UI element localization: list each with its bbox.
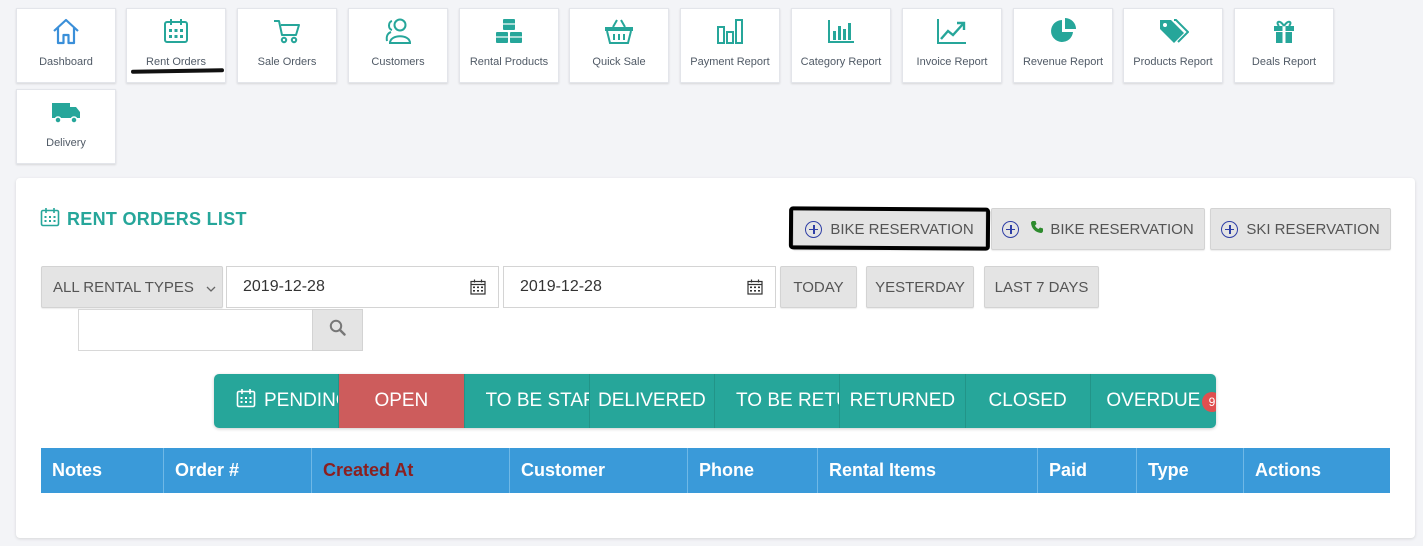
add-circle-icon	[1221, 220, 1239, 238]
column-header-paid[interactable]: Paid	[1038, 448, 1137, 493]
column-header-notes[interactable]: Notes	[41, 448, 164, 493]
date-from-field[interactable]: 2019-12-28	[226, 266, 499, 308]
status-tab-label: DELIVERED	[598, 390, 706, 411]
bike-reservation-button[interactable]: BIKE RESERVATION	[793, 208, 986, 250]
boxes-icon	[493, 15, 525, 47]
nav-tile-customers[interactable]: Customers	[348, 8, 448, 83]
nav-label: Rental Products	[469, 56, 549, 68]
search-button[interactable]	[312, 309, 363, 351]
orders-table-header: Notes Order # Created At Customer Phone …	[41, 448, 1390, 493]
date-to-field[interactable]: 2019-12-28	[503, 266, 776, 308]
search-icon	[329, 319, 346, 341]
users-icon	[382, 15, 414, 47]
add-circle-icon	[1002, 220, 1020, 238]
status-tabs: PENDING OPEN TO BE STARTED DELIVERED TO …	[214, 374, 1216, 428]
trend-icon	[936, 15, 968, 47]
last-7-days-button[interactable]: LAST 7 DAYS	[984, 266, 1099, 308]
nav-tile-category-report[interactable]: Category Report	[791, 8, 891, 83]
today-label: TODAY	[793, 278, 844, 296]
ski-reservation-label: SKI RESERVATION	[1246, 220, 1380, 238]
panel-title-text: RENT ORDERS LIST	[67, 209, 247, 229]
status-tab-label: OVERDUE	[1106, 390, 1201, 411]
pie-chart-icon	[1047, 15, 1079, 47]
column-header-phone[interactable]: Phone	[688, 448, 818, 493]
yesterday-button[interactable]: YESTERDAY	[866, 266, 974, 308]
nav-label: Deals Report	[1251, 56, 1317, 68]
date-from-value: 2019-12-28	[243, 278, 325, 295]
search-input[interactable]	[78, 309, 314, 351]
nav-label: Dashboard	[39, 56, 93, 68]
status-tab-label: OPEN	[374, 390, 429, 411]
bike-reservation-label: BIKE RESERVATION	[1050, 220, 1194, 238]
tags-icon	[1157, 15, 1189, 47]
nav-tile-payment-report[interactable]: Payment Report	[680, 8, 780, 83]
nav-label: Payment Report	[690, 56, 770, 68]
nav-tile-quick-sale[interactable]: Quick Sale	[569, 8, 669, 83]
column-header-actions[interactable]: Actions	[1244, 448, 1390, 493]
nav-tile-dashboard[interactable]: Dashboard	[16, 8, 116, 83]
ski-reservation-button[interactable]: SKI RESERVATION	[1210, 208, 1391, 250]
column-header-customer[interactable]: Customer	[510, 448, 688, 493]
nav-label: Category Report	[800, 56, 882, 68]
gift-icon	[1268, 15, 1300, 47]
column-header-order-number[interactable]: Order #	[164, 448, 312, 493]
phone-icon	[1030, 220, 1044, 238]
nav-tile-rental-products[interactable]: Rental Products	[459, 8, 559, 83]
bar-chart-icon	[714, 15, 746, 47]
status-tab-open[interactable]: OPEN	[339, 374, 465, 428]
column-header-type[interactable]: Type	[1137, 448, 1244, 493]
nav-tile-products-report[interactable]: Products Report	[1123, 8, 1223, 83]
last-7-days-label: LAST 7 DAYS	[994, 278, 1089, 296]
calendar-icon[interactable]	[470, 279, 486, 300]
rental-type-select[interactable]: ALL RENTAL TYPES	[41, 266, 223, 308]
column-header-rental-items[interactable]: Rental Items	[818, 448, 1038, 493]
basket-icon	[603, 15, 635, 47]
status-tab-closed[interactable]: CLOSED	[966, 374, 1091, 428]
today-button[interactable]: TODAY	[780, 266, 857, 308]
rental-type-value: ALL RENTAL TYPES	[53, 278, 194, 296]
cart-icon	[271, 15, 303, 47]
nav-label: Delivery	[46, 137, 86, 149]
nav-tile-delivery[interactable]: Delivery	[16, 89, 116, 164]
status-tab-returned[interactable]: RETURNED	[840, 374, 966, 428]
column-chart-icon	[825, 15, 857, 47]
bike-reservation-label: BIKE RESERVATION	[830, 220, 974, 238]
calendar-icon	[160, 15, 192, 47]
status-tab-to-be-returned[interactable]: TO BE RETURNED	[715, 374, 841, 428]
nav-label: Quick Sale	[592, 56, 646, 68]
add-circle-icon	[805, 220, 823, 238]
nav-label: Revenue Report	[1022, 56, 1104, 68]
truck-icon	[50, 96, 82, 128]
nav-label: Rent Orders	[146, 56, 206, 68]
calendar-icon	[236, 388, 256, 414]
overdue-count-badge: 9	[1202, 392, 1216, 412]
status-tab-label: PENDING	[264, 390, 338, 411]
chevron-down-icon	[206, 279, 216, 296]
status-tab-pending[interactable]: PENDING	[214, 374, 340, 428]
nav-tile-sale-orders[interactable]: Sale Orders	[237, 8, 337, 83]
status-tab-label: TO BE STARTED	[485, 390, 589, 411]
nav-tile-revenue-report[interactable]: Revenue Report	[1013, 8, 1113, 83]
status-tab-to-be-started[interactable]: TO BE STARTED	[465, 374, 590, 428]
column-header-created-at[interactable]: Created At	[312, 448, 510, 493]
status-tab-label: RETURNED	[849, 390, 956, 411]
nav-tile-invoice-report[interactable]: Invoice Report	[902, 8, 1002, 83]
panel-title: RENT ORDERS LIST	[40, 207, 247, 232]
status-tab-label: TO BE RETURNED	[736, 390, 839, 411]
nav-label: Invoice Report	[916, 56, 988, 68]
status-tab-delivered[interactable]: DELIVERED	[590, 374, 715, 428]
status-tab-label: CLOSED	[988, 390, 1067, 411]
bike-phone-reservation-button[interactable]: BIKE RESERVATION	[991, 208, 1205, 250]
calendar-icon[interactable]	[747, 279, 763, 300]
date-to-value: 2019-12-28	[520, 278, 602, 295]
nav-label: Products Report	[1133, 56, 1213, 68]
calendar-icon	[40, 207, 60, 232]
nav-tile-deals-report[interactable]: Deals Report	[1234, 8, 1334, 83]
home-icon	[50, 15, 82, 47]
nav-label: Sale Orders	[257, 56, 317, 68]
status-tab-overdue[interactable]: OVERDUE 9	[1091, 374, 1216, 428]
nav-label: Customers	[371, 56, 425, 68]
yesterday-label: YESTERDAY	[875, 278, 965, 296]
